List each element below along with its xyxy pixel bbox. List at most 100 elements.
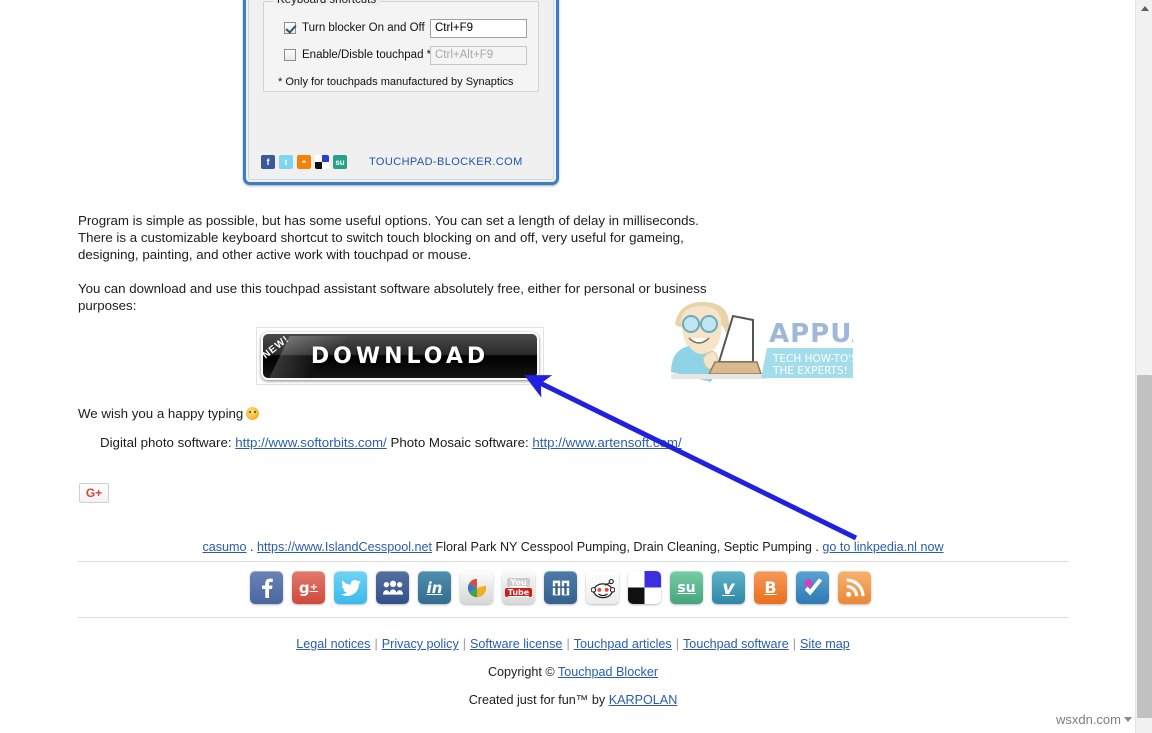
youtube-icon[interactable]: You Tube <box>502 571 535 604</box>
google-plus-share-button[interactable]: G+ <box>79 483 109 503</box>
sponsor-line: casumo . https://www.IslandCesspool.net … <box>78 540 1068 554</box>
download-button-wrapper[interactable]: NEW! DOWNLOAD <box>256 327 544 385</box>
scrollbar-up-button[interactable] <box>1136 0 1152 17</box>
copyright-prefix: Copyright © <box>487 665 558 679</box>
karpolan-link[interactable]: KARPOLAN <box>609 693 678 707</box>
turn-blocker-row[interactable]: Turn blocker On and Off <box>284 22 425 34</box>
footer-link-site-map[interactable]: Site map <box>800 637 850 651</box>
vimeo-icon[interactable]: v <box>712 571 745 604</box>
delicious-glyph <box>315 155 329 169</box>
scrollbar-thumb[interactable] <box>1137 375 1152 718</box>
divider-bottom <box>78 617 1068 618</box>
footer-links: Legal notices | Privacy policy | Software li… <box>78 637 1068 651</box>
annotation-arrow <box>524 375 858 541</box>
enable-touchpad-label: Enable/Disble touchpad * <box>302 49 432 61</box>
enable-touchpad-checkbox[interactable] <box>284 49 296 61</box>
wish-line: We wish you a happy typing <box>78 405 478 422</box>
delicious-icon[interactable] <box>628 571 661 604</box>
twitter-icon[interactable]: t <box>279 155 293 169</box>
softorbits-link[interactable]: http://www.softorbits.com/ <box>235 435 387 450</box>
arrow-line <box>524 375 858 541</box>
picasa-icon[interactable] <box>460 571 493 604</box>
footer-sep: | <box>462 637 467 651</box>
app-window-inner: Beep when click is blocked Clicks blocke… <box>248 0 554 180</box>
intro-paragraph-2: You can download and use this touchpad a… <box>78 281 707 314</box>
reddit-icon[interactable] <box>586 571 619 604</box>
smiley-icon <box>246 407 260 420</box>
site-watermark: wsxdn.com <box>1056 712 1132 727</box>
youtube-you-label: You <box>507 578 530 587</box>
enable-touchpad-shortcut-input: Ctrl+Alt+F9 <box>430 46 527 65</box>
footer-link-touchpad-articles[interactable]: Touchpad articles <box>574 637 672 651</box>
download-button-label: DOWNLOAD <box>310 343 490 369</box>
facebook-icon[interactable] <box>250 571 283 604</box>
keyboard-shortcuts-title: Keyboard shortcuts <box>273 0 381 6</box>
created-for-fun-line: Created just for fun™ by KARPOLAN <box>78 693 1068 707</box>
youtube-tube-label: Tube <box>504 588 533 597</box>
turn-blocker-shortcut-input[interactable]: Ctrl+F9 <box>430 19 527 38</box>
partner-links-line: Digital photo software: http://www.softo… <box>100 434 740 451</box>
appuals-tagline-2: THE EXPERTS! <box>772 365 848 377</box>
foursquare-glyph <box>803 577 822 595</box>
footer-link-privacy-policy[interactable]: Privacy policy <box>382 637 459 651</box>
linkedin-icon[interactable]: in <box>418 571 451 604</box>
delicious-glyph <box>628 571 661 604</box>
linkpedia-link[interactable]: go to linkpedia.nl now <box>822 540 943 554</box>
copyright-line: Copyright © Touchpad Blocker <box>78 665 1068 679</box>
foursquare-icon[interactable] <box>796 571 829 604</box>
google-plus-icon[interactable]: g + <box>292 571 325 604</box>
divider-top <box>78 561 1068 562</box>
turn-blocker-checkbox[interactable] <box>284 22 296 34</box>
new-badge-label: NEW! <box>261 333 292 362</box>
chevron-up-icon <box>1140 6 1149 11</box>
artensoft-link[interactable]: http://www.artensoft.com/ <box>532 435 681 450</box>
footer-sep: | <box>566 637 570 651</box>
sponsor-dot-1: . <box>246 540 258 554</box>
fun-prefix: Created just for fun™ by <box>468 693 609 707</box>
footer-link-touchpad-software[interactable]: Touchpad software <box>683 637 789 651</box>
islandcesspool-link[interactable]: https://www.IslandCesspool.net <box>257 540 432 554</box>
page-root: Beep when click is blocked Clicks blocke… <box>0 0 1152 733</box>
watermark-text: wsxdn.com <box>1055 712 1121 727</box>
app-footer-bar: f t ◓ su TOUCHPAD-BLOCKER.COM <box>261 151 541 173</box>
picasa-glyph <box>467 578 486 597</box>
appuals-brand-text: APPUALS <box>769 319 853 349</box>
digital-photo-label: Digital photo software: <box>100 435 232 450</box>
footer-link-legal-notices[interactable]: Legal notices <box>296 637 370 651</box>
delicious-icon[interactable] <box>315 155 329 169</box>
turn-blocker-label: Turn blocker On and Off <box>302 22 425 34</box>
keyboard-shortcuts-group: Keyboard shortcuts Turn blocker On and O… <box>263 0 539 92</box>
chevron-down-icon <box>1124 717 1132 722</box>
myspace-icon[interactable] <box>376 571 409 604</box>
social-icons-row: g + in You Tube su v B <box>250 571 875 604</box>
app-website-link[interactable]: TOUCHPAD-BLOCKER.COM <box>369 156 523 168</box>
appuals-tagline-banner: TECH HOW-TO'S FROM THE EXPERTS! <box>761 348 892 378</box>
rss-icon[interactable] <box>838 571 871 604</box>
sponsor-description: Floral Park NY Cesspool Pumping, Drain C… <box>432 540 816 554</box>
intro-paragraph-1: Program is simple as possible, but has s… <box>78 213 699 263</box>
casumo-link[interactable]: casumo <box>202 540 246 554</box>
rss-glyph <box>845 577 865 597</box>
footer-sep: | <box>675 637 680 651</box>
stumbleupon-icon[interactable]: su <box>670 571 703 604</box>
footer-sep: | <box>374 637 378 651</box>
page-scrollbar[interactable] <box>1135 0 1152 733</box>
digg-glyph <box>552 580 569 595</box>
twitter-icon[interactable] <box>334 571 367 604</box>
twitter-glyph <box>340 579 361 596</box>
appuals-mascot-illustration <box>671 302 767 382</box>
blogger-icon[interactable]: B <box>754 571 787 604</box>
copyright-link[interactable]: Touchpad Blocker <box>558 665 658 679</box>
facebook-icon[interactable]: f <box>261 155 275 169</box>
stumbleupon-icon[interactable]: su <box>333 155 347 169</box>
rss-icon[interactable]: ◓ <box>297 155 311 169</box>
download-button[interactable]: NEW! DOWNLOAD <box>261 332 539 380</box>
appuals-logo: APPUALS TECH HOW-TO'S FROM THE EXPERTS! <box>657 296 909 386</box>
enable-touchpad-row[interactable]: Enable/Disble touchpad * <box>284 49 431 61</box>
photo-mosaic-label: Photo Mosaic software: <box>390 435 529 450</box>
footer-link-software-license[interactable]: Software license <box>470 637 562 651</box>
wish-text: We wish you a happy typing <box>78 406 244 421</box>
digg-icon[interactable] <box>544 571 577 604</box>
facebook-glyph <box>261 578 273 598</box>
footer-sep: | <box>792 637 797 651</box>
